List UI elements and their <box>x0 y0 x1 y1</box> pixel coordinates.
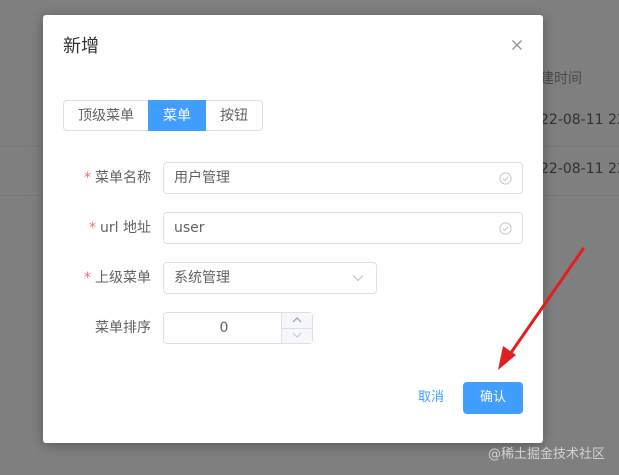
close-icon[interactable] <box>509 37 525 53</box>
add-menu-dialog: 新增 顶级菜单 菜单 按钮 * 菜单名称 用户管理 * url 地址 user * 上… <box>43 15 543 443</box>
cancel-button[interactable]: 取消 <box>418 382 444 414</box>
dialog-title: 新增 <box>63 36 99 57</box>
form-row-parent-menu: * 上级菜单 系统管理 <box>43 262 543 294</box>
menu-name-value: 用户管理 <box>174 170 230 186</box>
check-circle-icon <box>499 172 512 185</box>
menu-name-label-text: 菜单名称 <box>95 170 151 186</box>
required-asterisk: * <box>84 270 91 286</box>
tab-menu[interactable]: 菜单 <box>148 100 206 131</box>
form-row-menu-name: * 菜单名称 用户管理 <box>43 162 543 194</box>
form-row-sort-order: 菜单排序 0 <box>43 312 543 344</box>
decrease-button[interactable] <box>282 328 312 343</box>
parent-menu-select[interactable]: 系统管理 <box>163 262 377 294</box>
sort-order-value[interactable]: 0 <box>164 313 284 343</box>
chevron-down-icon <box>352 275 364 282</box>
required-asterisk: * <box>84 170 91 186</box>
increase-button[interactable] <box>282 313 312 329</box>
parent-menu-value: 系统管理 <box>174 270 230 286</box>
sort-order-stepper[interactable]: 0 <box>163 312 313 344</box>
check-circle-icon <box>499 222 512 235</box>
url-label-text: url 地址 <box>100 220 151 236</box>
stepper-controls <box>281 313 312 343</box>
form-row-url: * url 地址 user <box>43 212 543 244</box>
url-input[interactable]: user <box>163 212 523 244</box>
parent-menu-label-text: 上级菜单 <box>95 270 151 286</box>
confirm-button[interactable]: 确认 <box>463 382 523 414</box>
menu-type-selector: 顶级菜单 菜单 按钮 <box>63 100 263 131</box>
chevron-up-icon <box>292 317 302 323</box>
tab-top-level-menu[interactable]: 顶级菜单 <box>63 100 149 131</box>
chevron-down-icon <box>292 332 302 338</box>
tab-button[interactable]: 按钮 <box>205 100 263 131</box>
url-value: user <box>174 220 205 236</box>
url-label: * url 地址 <box>89 212 151 244</box>
menu-name-label: * 菜单名称 <box>84 162 151 194</box>
parent-menu-label: * 上级菜单 <box>84 262 151 294</box>
sort-order-label: 菜单排序 <box>95 320 151 336</box>
required-asterisk: * <box>89 220 97 236</box>
watermark: @稀土掘金技术社区 <box>487 447 605 462</box>
menu-name-input[interactable]: 用户管理 <box>163 162 523 194</box>
